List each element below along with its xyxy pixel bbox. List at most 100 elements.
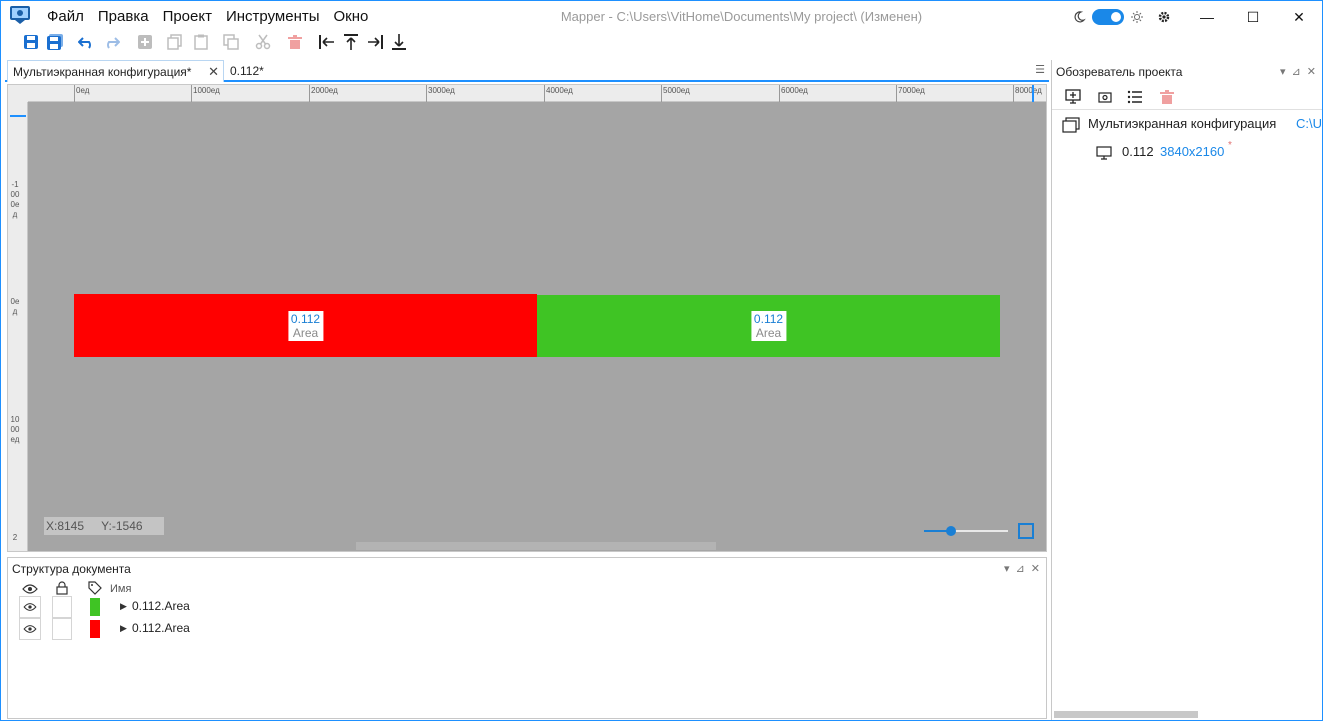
zoom-control [924,521,1034,541]
close-window-button[interactable]: ✕ [1276,1,1322,33]
add-screen-icon[interactable] [1062,87,1084,107]
screen-area-red[interactable]: 0.112 Area [74,294,537,357]
menu-edit[interactable]: Правка [98,7,149,27]
copy-icon[interactable] [163,30,187,54]
screen-area-green[interactable]: 0.112 Area [537,295,1000,357]
panel-menu-icon[interactable]: ▾ [1280,65,1286,78]
fit-to-screen-icon[interactable] [1018,523,1034,539]
duplicate-icon[interactable] [219,30,243,54]
lock-toggle[interactable] [52,618,72,640]
design-canvas[interactable]: 0ед 1000ед 2000ед 3000ед 4000ед 5000ед 6… [7,84,1047,552]
main-menu: Файл Правка Проект Инструменты Окно [47,7,382,27]
document-structure-panel: Структура документа ▾ ⊿ ✕ Имя ▶ 0.112.Ar… [7,557,1047,719]
align-right-icon[interactable] [363,30,387,54]
ruler-vertical: -1000ед 0ед 1000ед 2 [8,85,28,551]
explorer-toolbar [1052,84,1322,110]
document-tabs: Мультиэкранная конфигурация* ✕ 0.112* ☰ [5,60,1049,82]
row-label: 0.112.Area [132,599,190,613]
menu-window[interactable]: Окно [334,7,369,27]
lock-toggle[interactable] [52,596,72,618]
panel-menu-icon[interactable]: ▾ [1004,562,1010,575]
settings-gear-icon[interactable] [1144,10,1184,24]
save-all-icon[interactable] [43,30,67,54]
row-color-swatch [90,598,100,616]
monitor-icon [1096,146,1112,165]
row-color-swatch [90,620,100,638]
screen-name: 0.112 [753,312,784,326]
minimize-button[interactable]: — [1184,1,1230,33]
sun-icon [1130,10,1144,24]
tab-screen-0112[interactable]: 0.112* [225,60,285,82]
undo-icon[interactable] [75,30,99,54]
horizontal-scrollbar[interactable] [356,542,716,550]
structure-row[interactable]: ▶ 0.112.Area [8,596,1046,618]
ruler-label: 0ед [10,297,20,316]
pin-icon[interactable]: ⊿ [1016,562,1025,575]
ruler-label: 1000ед [193,86,220,95]
moon-icon [1072,10,1086,24]
align-left-icon[interactable] [315,30,339,54]
ruler-cursor-marker [10,115,26,117]
panel-title: Обозреватель проекта [1056,65,1183,79]
panel-controls: ▾ ⊿ ✕ [1280,65,1316,78]
ruler-label: 2 [12,533,18,542]
ruler-label: 2000ед [311,86,338,95]
redo-icon[interactable] [99,30,123,54]
app-window: Файл Правка Проект Инструменты Окно Mapp… [0,0,1323,721]
ruler-corner [8,85,28,102]
expand-arrow-icon[interactable]: ▶ [120,623,127,634]
pin-icon[interactable]: ⊿ [1292,65,1301,78]
ruler-label: 4000ед [546,86,573,95]
structure-row[interactable]: ▶ 0.112.Area [8,618,1046,640]
horizontal-scrollbar[interactable] [1054,711,1198,718]
visibility-toggle[interactable] [19,596,41,618]
menu-project[interactable]: Проект [163,7,212,27]
expand-arrow-icon[interactable]: ▶ [120,601,127,612]
save-icon[interactable] [19,30,43,54]
eye-icon [23,625,37,633]
ruler-label: 7000ед [898,86,925,95]
panel-close-icon[interactable]: ✕ [1031,562,1040,575]
title-controls: — ☐ ✕ [1072,1,1322,33]
cursor-coordinates: X:8145 Y:-1546 [44,517,164,535]
column-name-header: Имя [110,583,132,595]
tree-item-config[interactable]: Мультиэкранная конфигурация C:\U [1060,116,1323,136]
maximize-button[interactable]: ☐ [1230,1,1276,33]
zoom-slider-handle[interactable] [946,526,956,536]
visibility-toggle[interactable] [19,618,41,640]
screen-type: Area [292,325,319,340]
ruler-label: 0ед [76,86,90,95]
list-icon[interactable] [1124,87,1146,107]
delete-icon[interactable] [1156,87,1178,107]
ruler-horizontal: 0ед 1000ед 2000ед 3000ед 4000ед 5000ед 6… [28,85,1046,102]
tab-close-icon[interactable]: ✕ [208,61,219,83]
tree-item-path[interactable]: C:\U [1296,116,1322,131]
ruler-cursor-marker [1032,85,1034,102]
cut-icon[interactable] [251,30,275,54]
align-bottom-icon[interactable] [387,30,411,54]
paste-icon[interactable] [189,30,213,54]
ruler-label: 1000ед [10,415,20,444]
align-top-icon[interactable] [339,30,363,54]
panel-close-icon[interactable]: ✕ [1307,65,1316,78]
menu-tools[interactable]: Инструменты [226,7,320,27]
tab-label: 0.112* [230,64,264,78]
ruler-label: 3000ед [428,86,455,95]
ruler-label: 5000ед [663,86,690,95]
menu-file[interactable]: Файл [47,7,84,27]
add-icon[interactable] [133,30,157,54]
screenshot-icon[interactable] [1094,87,1116,107]
theme-toggle[interactable] [1092,9,1124,25]
title-bar: Файл Правка Проект Инструменты Окно Mapp… [1,1,1322,33]
panel-controls: ▾ ⊿ ✕ [1004,562,1040,575]
panel-title: Структура документа [12,562,131,576]
modified-marker: * [1228,140,1232,151]
tree-item-screen[interactable]: 0.112 3840x2160 * [1094,140,1314,165]
coord-x: X:8145 [46,519,85,533]
screen-resolution[interactable]: 3840x2160 [1160,144,1224,159]
tab-multiscreen-config[interactable]: Мультиэкранная конфигурация* ✕ [7,60,224,82]
screen-label: 0.112 Area [287,310,324,341]
row-label: 0.112.Area [132,621,190,635]
delete-icon[interactable] [283,30,307,54]
tabs-menu-icon[interactable]: ☰ [1035,63,1045,76]
